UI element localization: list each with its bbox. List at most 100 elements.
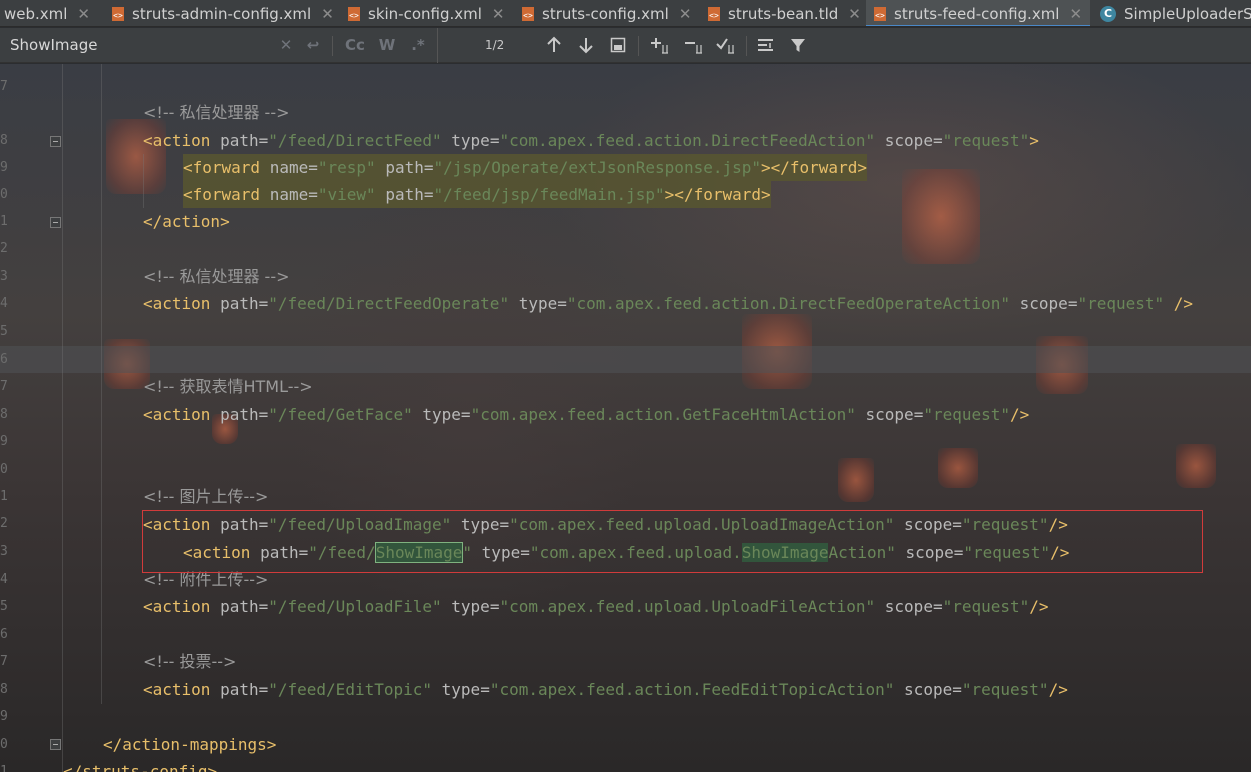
line-number: 4 bbox=[0, 572, 8, 587]
svg-text:<>: <> bbox=[113, 11, 123, 20]
replace-toggle-icon[interactable]: ↩ bbox=[304, 35, 322, 55]
match-count: 1/2 bbox=[485, 38, 505, 52]
line-number: 5 bbox=[0, 599, 8, 614]
line-number: 8 bbox=[0, 407, 8, 422]
line-number-gutter: 7 8 9 0 1 2 3 4 5 6 7 8 9 0 1 2 3 4 5 6 … bbox=[0, 64, 61, 772]
code-comment: <!-- 私信处理器 --> bbox=[143, 267, 290, 286]
select-all-occurrences-icon[interactable] bbox=[608, 35, 628, 55]
indent-guide bbox=[143, 154, 144, 208]
tab-struts-config-xml[interactable]: <> struts-config.xml ✕ bbox=[514, 0, 698, 26]
line-number: 3 bbox=[0, 544, 8, 559]
multiline-toggle-icon[interactable] bbox=[756, 35, 776, 55]
tab-web-xml[interactable]: web.xml ✕ bbox=[0, 0, 90, 26]
line-number: 1 bbox=[0, 489, 8, 504]
code-line: <action path="/feed/GetFace" type="com.a… bbox=[143, 405, 1030, 424]
regex-icon[interactable]: .* bbox=[408, 35, 428, 55]
fold-marker-icon[interactable] bbox=[50, 136, 61, 147]
line-number: 0 bbox=[0, 187, 8, 202]
line-number: 2 bbox=[0, 241, 8, 256]
line-number: 9 bbox=[0, 709, 8, 724]
code-comment: <!-- 投票--> bbox=[143, 652, 237, 671]
svg-text:<>: <> bbox=[709, 11, 719, 20]
svg-text:<>: <> bbox=[875, 11, 885, 20]
wallpaper-lantern bbox=[902, 169, 980, 264]
tab-label: struts-config.xml bbox=[542, 4, 669, 23]
wallpaper-lantern bbox=[1176, 444, 1216, 488]
line-number: 7 bbox=[0, 79, 8, 94]
previous-match-icon[interactable] bbox=[544, 35, 564, 55]
code-line: <forward name="resp" path="/jsp/Operate/… bbox=[183, 154, 867, 181]
tab-skin-config-xml[interactable]: <> skin-config.xml ✕ bbox=[340, 0, 514, 26]
whole-words-icon[interactable]: W bbox=[378, 35, 396, 55]
fold-marker-icon[interactable] bbox=[50, 739, 61, 750]
tab-struts-bean-tld[interactable]: <> struts-bean.tld ✕ bbox=[700, 0, 866, 26]
tab-label: struts-bean.tld bbox=[728, 4, 839, 23]
code-line: <action path="/feed/DirectFeedOperate" t… bbox=[143, 294, 1194, 313]
clear-search-icon[interactable]: ✕ bbox=[278, 35, 294, 55]
code-line: </action-mappings> bbox=[103, 735, 277, 754]
divider bbox=[332, 36, 333, 56]
tab-struts-feed-config-xml[interactable]: <> struts-feed-config.xml ✕ bbox=[866, 0, 1090, 26]
line-number: 7 bbox=[0, 379, 8, 394]
add-selection-icon[interactable] bbox=[648, 35, 672, 55]
search-query[interactable]: ShowImage bbox=[10, 36, 97, 54]
line-number: 4 bbox=[0, 296, 8, 311]
code-comment: <!-- 获取表情HTML--> bbox=[143, 377, 313, 396]
annotation-highlight-box bbox=[142, 510, 1203, 573]
code-line: <forward name="view" path="/feed/jsp/fee… bbox=[183, 181, 771, 208]
close-icon[interactable]: ✕ bbox=[679, 5, 692, 23]
line-number: 7 bbox=[0, 654, 8, 669]
xml-file-icon: <> bbox=[110, 6, 126, 22]
line-number: 6 bbox=[0, 352, 8, 367]
tab-label: struts-admin-config.xml bbox=[132, 4, 312, 23]
indent-guide bbox=[101, 64, 102, 704]
code-line: <action path="/feed/UploadFile" type="co… bbox=[143, 597, 1049, 616]
xml-file-icon: <> bbox=[346, 6, 362, 22]
line-number: 9 bbox=[0, 434, 8, 449]
tab-struts-admin-config-xml[interactable]: <> struts-admin-config.xml ✕ bbox=[104, 0, 338, 26]
tab-label: SimpleUploaderS bbox=[1124, 4, 1251, 23]
close-icon[interactable]: ✕ bbox=[492, 5, 505, 23]
close-icon[interactable]: ✕ bbox=[321, 5, 334, 23]
divider bbox=[746, 36, 747, 56]
caret-line-highlight bbox=[0, 346, 1251, 373]
toggle-selection-icon[interactable] bbox=[714, 35, 738, 55]
tab-label: skin-config.xml bbox=[368, 4, 482, 23]
code-line: <action path="/feed/EditTopic" type="com… bbox=[143, 680, 1068, 699]
code-line: </struts-config> bbox=[63, 762, 218, 772]
line-number: 8 bbox=[0, 682, 8, 697]
close-icon[interactable]: ✕ bbox=[77, 5, 90, 23]
line-number: 2 bbox=[0, 516, 8, 531]
line-number: 0 bbox=[0, 462, 8, 477]
line-number: 0 bbox=[0, 737, 8, 752]
close-icon[interactable]: ✕ bbox=[1069, 5, 1082, 23]
xml-file-icon: <> bbox=[872, 6, 888, 22]
line-number: 8 bbox=[0, 133, 8, 148]
code-line: </action> bbox=[143, 212, 230, 231]
next-match-icon[interactable] bbox=[576, 35, 596, 55]
code-editor[interactable]: 7 8 9 0 1 2 3 4 5 6 7 8 9 0 1 2 3 4 5 6 … bbox=[0, 64, 1251, 772]
tab-simple-uploader[interactable]: C SimpleUploaderS bbox=[1092, 0, 1251, 26]
divider bbox=[638, 36, 639, 56]
search-input[interactable]: ShowImage ✕ ↩ Cc W .* bbox=[0, 28, 438, 63]
editor-tab-bar: web.xml ✕ <> struts-admin-config.xml ✕ <… bbox=[0, 0, 1251, 27]
code-comment: <!-- 图片上传--> bbox=[143, 487, 269, 506]
line-number: 1 bbox=[0, 764, 8, 772]
indent-guide bbox=[62, 64, 63, 772]
line-number: 1 bbox=[0, 214, 8, 229]
tab-label: struts-feed-config.xml bbox=[894, 4, 1060, 23]
line-number: 9 bbox=[0, 160, 8, 175]
svg-text:<>: <> bbox=[523, 11, 533, 20]
remove-selection-icon[interactable] bbox=[682, 35, 706, 55]
filter-icon[interactable] bbox=[788, 35, 808, 55]
code-line: <action path="/feed/DirectFeed" type="co… bbox=[143, 131, 1039, 150]
line-number: 6 bbox=[0, 627, 8, 642]
match-case-icon[interactable]: Cc bbox=[344, 35, 366, 55]
wallpaper-lantern bbox=[838, 458, 874, 502]
line-number: 3 bbox=[0, 269, 8, 284]
svg-text:<>: <> bbox=[349, 11, 359, 20]
code-comment: <!-- 私信处理器 --> bbox=[143, 103, 290, 122]
find-toolbar: ShowImage ✕ ↩ Cc W .* 1/2 bbox=[0, 28, 1251, 63]
close-icon[interactable]: ✕ bbox=[848, 5, 861, 23]
fold-marker-icon[interactable] bbox=[50, 217, 61, 228]
